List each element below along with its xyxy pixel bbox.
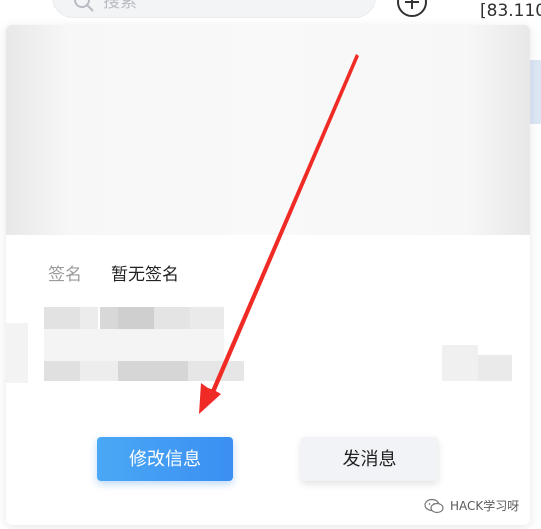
profile-card: 签名 暂无签名 修改信息 发消息: [6, 25, 530, 525]
redacted-info-mosaic: [6, 305, 530, 385]
profile-cover: [6, 25, 530, 235]
watermark: HACK学习呀: [424, 495, 519, 517]
send-message-button[interactable]: 发消息: [301, 437, 438, 481]
add-circle-icon[interactable]: [396, 0, 428, 18]
search-placeholder: 搜索: [103, 0, 137, 12]
signature-value: 暂无签名: [111, 265, 179, 285]
watermark-text: HACK学习呀: [450, 499, 520, 513]
edit-info-button[interactable]: 修改信息: [97, 437, 233, 481]
signature-label: 签名: [48, 265, 82, 285]
wechat-icon: [424, 498, 444, 514]
background-scrollbar[interactable]: [530, 60, 541, 124]
search-icon: [74, 0, 94, 12]
search-input[interactable]: 搜索: [52, 0, 376, 18]
ip-address-text: [83.110: [480, 1, 541, 21]
